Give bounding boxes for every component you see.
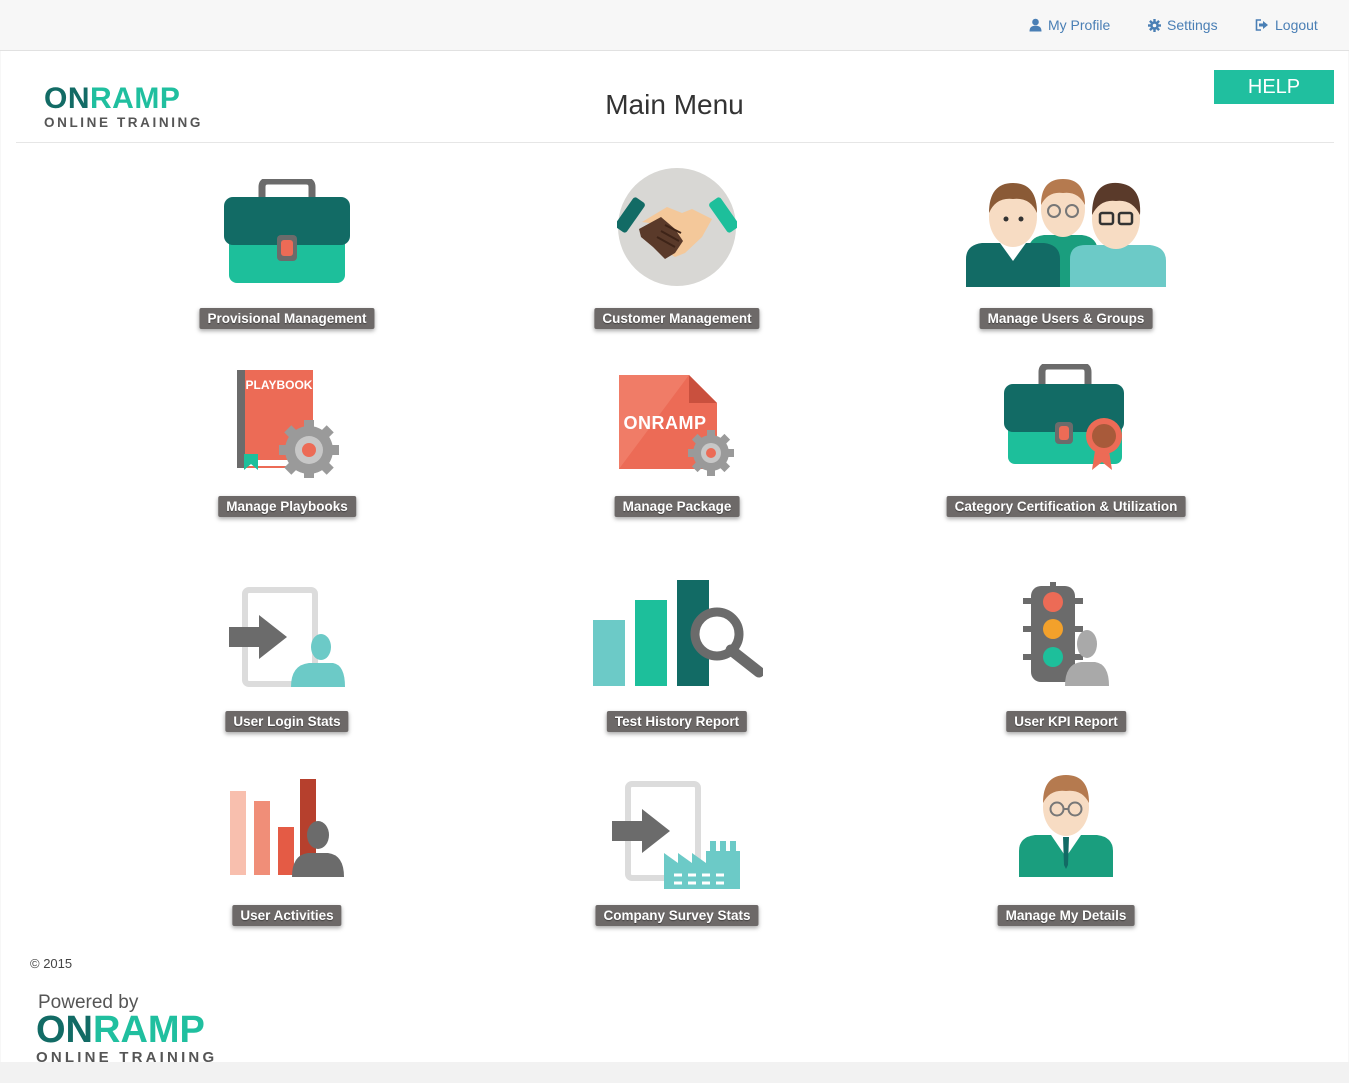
tile-manage-playbooks[interactable]: PLAYBOOK Manage Playbooks — [107, 355, 467, 525]
briefcase-certificate-icon — [1004, 364, 1124, 470]
settings-label: Settings — [1167, 17, 1218, 33]
help-button[interactable]: HELP — [1214, 70, 1334, 104]
tile-label: User Activities — [232, 905, 342, 926]
bar-chart-search-icon — [593, 580, 763, 686]
company-login-icon — [612, 781, 740, 889]
bar-chart-user-icon — [230, 779, 344, 877]
tile-label: Category Certification & Utilization — [946, 496, 1186, 517]
tile-customer-management[interactable]: Customer Management — [497, 165, 857, 335]
tile-label: User Login Stats — [225, 711, 349, 732]
page-title: Main Menu — [605, 89, 744, 120]
tile-label: User KPI Report — [1006, 711, 1126, 732]
user-login-icon — [229, 587, 345, 687]
tile-test-history-report[interactable]: Test History Report — [497, 570, 857, 740]
tile-label: Customer Management — [594, 308, 760, 329]
tile-provisional-management[interactable]: Provisional Management — [107, 165, 467, 335]
tile-label: Company Survey Stats — [595, 905, 759, 926]
tile-company-survey-stats[interactable]: Company Survey Stats — [497, 765, 857, 935]
tile-user-login-stats[interactable]: User Login Stats — [107, 570, 467, 740]
my-profile-label: My Profile — [1048, 17, 1111, 33]
logout-link[interactable]: Logout — [1255, 17, 1318, 33]
logout-label: Logout — [1275, 17, 1318, 33]
top-nav-bar: My Profile Settings Logout — [0, 0, 1349, 51]
briefcase-icon — [224, 179, 350, 283]
copyright-text: © 2015 — [30, 956, 73, 971]
handshake-icon — [617, 168, 737, 286]
tile-label: Provisional Management — [199, 308, 375, 329]
powered-by-logo: Powered by ONRAMP ONLINE TRAINING — [36, 993, 217, 1066]
tile-user-kpi-report[interactable]: User KPI Report — [886, 570, 1246, 740]
tile-label: Manage Users & Groups — [979, 308, 1153, 329]
users-group-icon — [966, 179, 1166, 287]
footer-logo-on: ON — [36, 1009, 93, 1051]
user-icon — [1029, 18, 1042, 32]
tile-manage-my-details[interactable]: Manage My Details — [886, 765, 1246, 935]
tile-manage-package[interactable]: ONRAMP Manage Package — [497, 355, 857, 525]
footer-logo-ramp: RAMP — [93, 1009, 205, 1051]
logout-icon — [1255, 19, 1268, 31]
gear-icon — [1148, 18, 1161, 32]
tile-label: Manage My Details — [997, 905, 1135, 926]
settings-link[interactable]: Settings — [1148, 17, 1218, 33]
bottom-bar — [0, 1062, 1349, 1083]
playbook-icon-text: PLAYBOOK — [246, 378, 313, 392]
tile-label: Test History Report — [606, 711, 748, 732]
tile-label: Manage Playbooks — [218, 496, 356, 517]
traffic-light-user-icon — [1023, 582, 1109, 686]
playbook-gear-icon: PLAYBOOK — [237, 370, 339, 478]
package-icon-text: ONRAMP — [624, 413, 707, 433]
header-divider — [16, 142, 1334, 143]
tile-label: Manage Package — [614, 496, 740, 517]
package-gear-icon: ONRAMP — [619, 375, 734, 476]
my-profile-link[interactable]: My Profile — [1029, 17, 1110, 33]
user-details-icon — [1019, 775, 1113, 877]
tile-user-activities[interactable]: User Activities — [107, 765, 467, 935]
tile-manage-users-groups[interactable]: Manage Users & Groups — [886, 165, 1246, 335]
tile-category-certification[interactable]: Category Certification & Utilization — [886, 355, 1246, 525]
